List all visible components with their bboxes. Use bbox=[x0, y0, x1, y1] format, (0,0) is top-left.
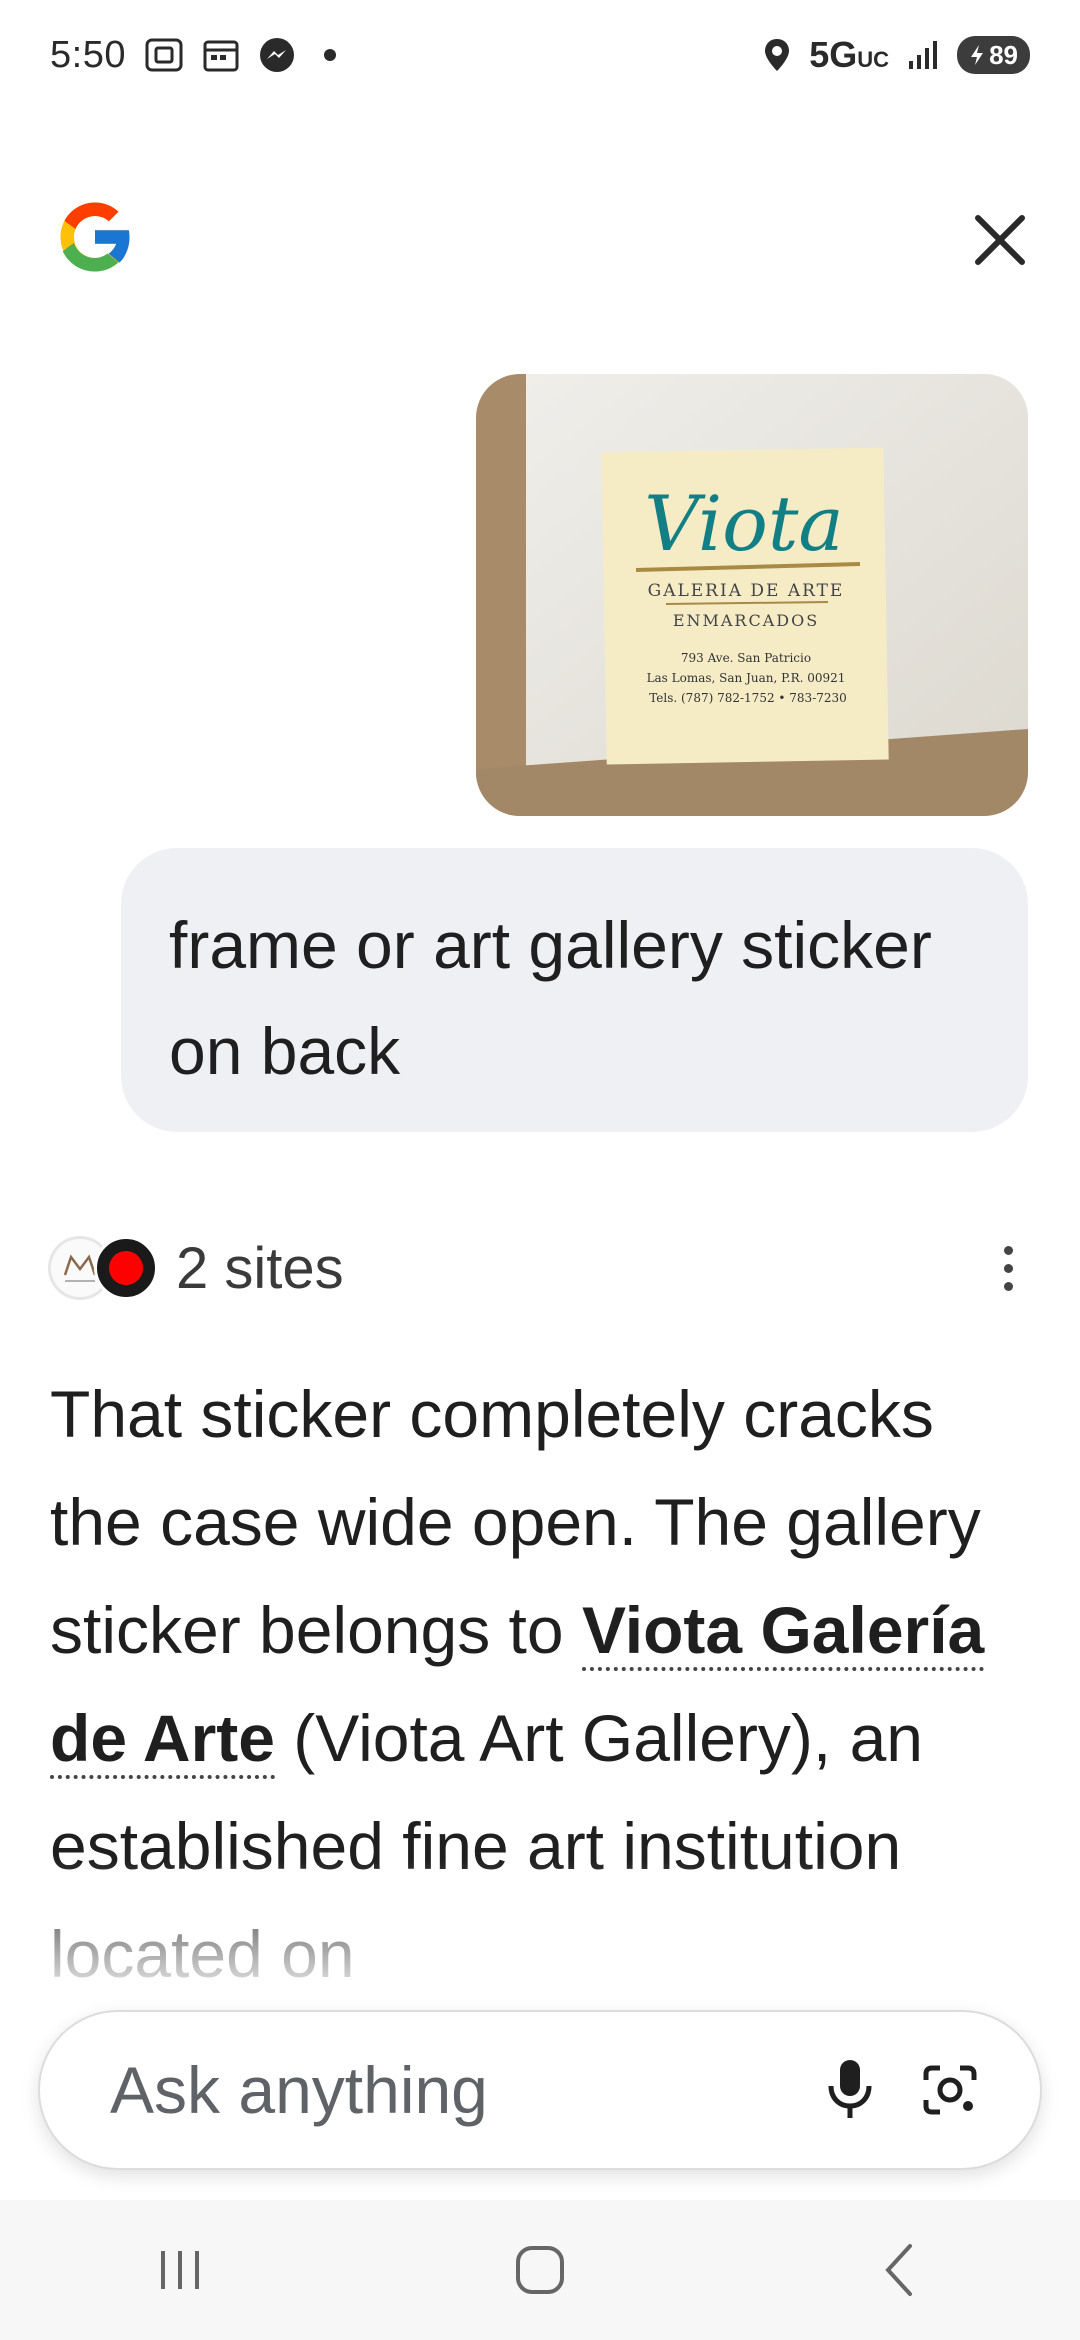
sources-row: 2 sites bbox=[48, 1228, 1028, 1308]
back-button[interactable] bbox=[840, 2220, 960, 2320]
close-button[interactable] bbox=[960, 200, 1040, 280]
status-bar: 5:50 5GUC 89 bbox=[0, 0, 1080, 110]
system-nav-bar bbox=[0, 2200, 1080, 2340]
network-type: 5G bbox=[809, 34, 858, 75]
home-icon bbox=[516, 2246, 564, 2294]
status-time: 5:50 bbox=[50, 33, 126, 76]
sticker-brand: Viota bbox=[644, 479, 843, 568]
user-photo[interactable]: Viota GALERIA DE ARTE ENMARCADOS 793 Ave… bbox=[476, 374, 1028, 816]
site-favicon-2[interactable] bbox=[94, 1236, 158, 1300]
ask-input[interactable]: Ask anything bbox=[110, 2052, 800, 2128]
more-vert-dot bbox=[1003, 1281, 1013, 1291]
network-sub: UC bbox=[857, 47, 890, 72]
screenshot-icon bbox=[144, 37, 184, 73]
query-text: frame or art gallery sticker on back bbox=[169, 908, 932, 1088]
sticker-address2: Las Lomas, San Juan, P.R. 00921 bbox=[647, 671, 846, 685]
mic-button[interactable] bbox=[800, 2040, 900, 2140]
battery-indicator: 89 bbox=[957, 36, 1030, 74]
close-icon bbox=[975, 215, 1025, 265]
location-icon bbox=[763, 37, 791, 73]
notification-dot bbox=[323, 49, 336, 61]
google-g-icon bbox=[50, 192, 140, 282]
sticker-phone: Tels. (787) 782-1752 • 783-7230 bbox=[649, 691, 847, 705]
recents-button[interactable] bbox=[120, 2220, 240, 2320]
sticker-address1: 793 Ave. San Patricio bbox=[681, 651, 811, 665]
back-icon bbox=[885, 2244, 912, 2296]
more-options-button[interactable] bbox=[988, 1233, 1028, 1303]
red-dot-icon bbox=[109, 1251, 143, 1285]
answer-fade bbox=[0, 1860, 1080, 2000]
user-query-bubble[interactable]: frame or art gallery sticker on back bbox=[121, 848, 1028, 1132]
more-vert-dot bbox=[1003, 1263, 1013, 1273]
calendar-icon bbox=[202, 37, 240, 73]
network-label: 5GUC bbox=[809, 34, 889, 76]
ask-bar[interactable]: Ask anything bbox=[38, 2010, 1042, 2170]
home-button[interactable] bbox=[480, 2220, 600, 2320]
header bbox=[0, 180, 1080, 300]
battery-level: 89 bbox=[989, 39, 1018, 70]
messenger-icon bbox=[258, 36, 296, 74]
status-right: 5GUC 89 bbox=[763, 34, 1030, 76]
lens-button[interactable] bbox=[900, 2040, 1000, 2140]
status-left: 5:50 bbox=[50, 34, 336, 77]
google-lens-icon bbox=[923, 2065, 977, 2115]
sticker-line2: ENMARCADOS bbox=[673, 611, 819, 630]
sticker-line1: GALERIA DE ARTE bbox=[648, 581, 845, 601]
sources-count[interactable]: 2 sites bbox=[176, 1235, 344, 1302]
signal-icon bbox=[907, 39, 939, 71]
mic-icon bbox=[828, 2060, 872, 2118]
more-vert-icon bbox=[1003, 1245, 1013, 1255]
recents-icon bbox=[161, 2251, 199, 2289]
charging-icon bbox=[971, 45, 984, 65]
